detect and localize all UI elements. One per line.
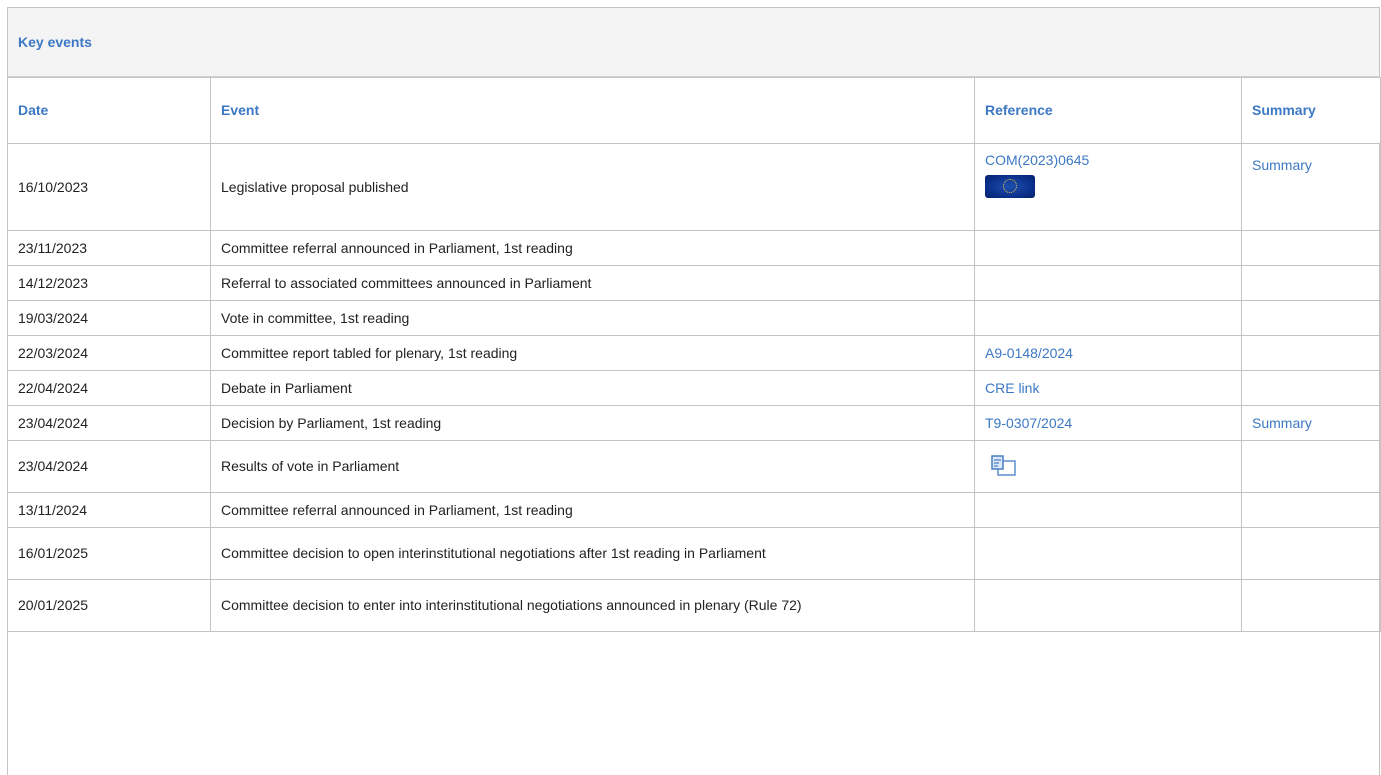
event-reference: [974, 300, 1242, 336]
event-summary: Summary: [1241, 405, 1381, 441]
column-header-reference: Reference: [974, 77, 1242, 144]
key-events-panel: Key events Date Event Reference Summary …: [7, 7, 1381, 775]
event-date: 16/01/2025: [7, 527, 211, 580]
event-description: Debate in Parliament: [210, 370, 975, 406]
event-summary: [1241, 265, 1381, 301]
event-description: Committee referral announced in Parliame…: [210, 230, 975, 266]
event-description: Committee referral announced in Parliame…: [210, 492, 975, 528]
event-summary: [1241, 579, 1381, 632]
event-description: Vote in committee, 1st reading: [210, 300, 975, 336]
reference-link[interactable]: A9-0148/2024: [985, 345, 1073, 361]
event-summary: [1241, 440, 1381, 493]
event-summary: Summary: [1241, 143, 1381, 231]
panel-title: Key events: [18, 34, 92, 50]
table-row: 19/03/2024 Vote in committee, 1st readin…: [7, 300, 1381, 336]
event-reference: [974, 492, 1242, 528]
table-row: 16/10/2023 Legislative proposal publishe…: [7, 143, 1381, 231]
table-row: 23/04/2024 Decision by Parliament, 1st r…: [7, 405, 1381, 441]
event-description: Committee decision to open interinstitut…: [210, 527, 975, 580]
event-date: 22/04/2024: [7, 370, 211, 406]
event-description: Committee report tabled for plenary, 1st…: [210, 335, 975, 371]
reference-link[interactable]: COM(2023)0645: [985, 152, 1231, 169]
vote-results-icon[interactable]: [985, 452, 1021, 482]
event-reference: CRE link: [974, 370, 1242, 406]
table-row: 23/11/2023 Committee referral announced …: [7, 230, 1381, 266]
panel-header: Key events: [8, 8, 1379, 77]
table-row: 16/01/2025 Committee decision to open in…: [7, 527, 1381, 580]
event-summary: [1241, 370, 1381, 406]
event-date: 13/11/2024: [7, 492, 211, 528]
event-description: Results of vote in Parliament: [210, 440, 975, 493]
event-date: 23/11/2023: [7, 230, 211, 266]
table-row: 14/12/2023 Referral to associated commit…: [7, 265, 1381, 301]
event-reference: T9-0307/2024: [974, 405, 1242, 441]
event-reference: [974, 230, 1242, 266]
table-header-row: Date Event Reference Summary: [7, 77, 1381, 144]
event-date: 23/04/2024: [7, 405, 211, 441]
reference-link[interactable]: CRE link: [985, 380, 1039, 396]
table-row: 22/03/2024 Committee report tabled for p…: [7, 335, 1381, 371]
reference-link[interactable]: T9-0307/2024: [985, 415, 1072, 431]
event-description: Legislative proposal published: [210, 143, 975, 231]
event-description: Referral to associated committees announ…: [210, 265, 975, 301]
column-header-date: Date: [7, 77, 211, 144]
table-row: 22/04/2024 Debate in Parliament CRE link: [7, 370, 1381, 406]
event-summary: [1241, 527, 1381, 580]
event-summary: [1241, 300, 1381, 336]
column-header-event: Event: [210, 77, 975, 144]
event-summary: [1241, 230, 1381, 266]
event-date: 20/01/2025: [7, 579, 211, 632]
event-reference: [974, 579, 1242, 632]
key-events-table: Date Event Reference Summary 16/10/2023 …: [7, 77, 1381, 632]
event-date: 16/10/2023: [7, 143, 211, 231]
event-date: 23/04/2024: [7, 440, 211, 493]
event-summary: [1241, 492, 1381, 528]
event-date: 14/12/2023: [7, 265, 211, 301]
event-reference: [974, 265, 1242, 301]
event-reference: [974, 527, 1242, 580]
summary-link[interactable]: Summary: [1252, 157, 1312, 173]
summary-link[interactable]: Summary: [1252, 415, 1312, 431]
column-header-summary: Summary: [1241, 77, 1381, 144]
event-description: Committee decision to enter into interin…: [210, 579, 975, 632]
event-date: 22/03/2024: [7, 335, 211, 371]
event-reference: A9-0148/2024: [974, 335, 1242, 371]
table-row: 20/01/2025 Committee decision to enter i…: [7, 579, 1381, 632]
table-row: 23/04/2024 Results of vote in Parliament: [7, 440, 1381, 493]
event-summary: [1241, 335, 1381, 371]
table-row: 13/11/2024 Committee referral announced …: [7, 492, 1381, 528]
eu-flag-icon[interactable]: [985, 175, 1035, 198]
event-reference: [974, 440, 1242, 493]
event-date: 19/03/2024: [7, 300, 211, 336]
event-description: Decision by Parliament, 1st reading: [210, 405, 975, 441]
event-reference: COM(2023)0645: [974, 143, 1242, 231]
